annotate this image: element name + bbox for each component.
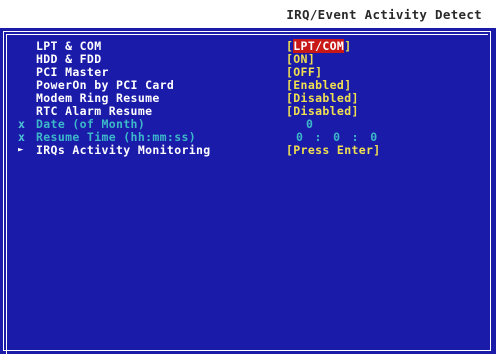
disabled-marker-icon: x xyxy=(18,130,25,144)
title-bar: IRQ/Event Activity Detect xyxy=(0,0,496,28)
setting-label: IRQs Activity Monitoring xyxy=(36,143,211,157)
submenu-enter-button[interactable]: [Press Enter] xyxy=(286,144,381,157)
settings-panel: LPT & COM [LPT/COM] HDD & FDD [ON] PCI M… xyxy=(0,28,496,354)
page-title: IRQ/Event Activity Detect xyxy=(286,7,482,22)
setting-value[interactable]: [Disabled] xyxy=(286,105,359,118)
selected-value-highlight: LPT/COM xyxy=(293,39,345,53)
submenu-arrow-icon: ► xyxy=(18,145,24,155)
